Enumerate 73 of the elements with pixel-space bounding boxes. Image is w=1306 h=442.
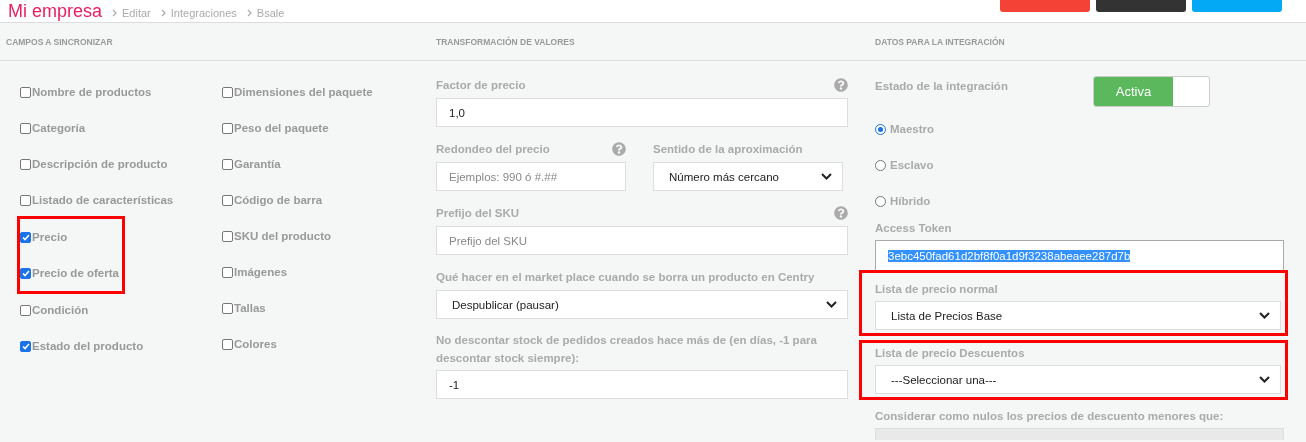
chevron-down-icon — [821, 173, 832, 180]
checkbox-label: Precio — [32, 231, 68, 243]
checkbox[interactable] — [222, 302, 233, 314]
checkbox-label: Listado de características — [32, 194, 174, 206]
checkbox[interactable] — [222, 158, 233, 170]
checkbox-label: SKU del producto — [234, 230, 332, 242]
input-field[interactable]: Ejemplos: 990 ó #.## — [436, 162, 626, 191]
checkbox[interactable] — [20, 194, 31, 206]
checkbox-label: Garantía — [234, 158, 281, 170]
select-field[interactable]: Número más cercano — [653, 162, 843, 191]
checkbox-label: Estado del producto — [32, 340, 144, 352]
checkbox[interactable] — [20, 86, 31, 98]
input-field[interactable]: Prefijo del SKU — [436, 226, 848, 255]
radio-label: Esclavo — [890, 159, 934, 171]
section-header: CAMPOS A SINCRONIZAR — [0, 23, 425, 61]
page-title: Mi empresa — [8, 1, 103, 21]
checkbox-label: Dimensiones del paquete — [234, 86, 373, 98]
field-label: Qué hacer en el market place cuando se borra un producto en Centry — [436, 270, 815, 285]
chevron-down-icon — [826, 301, 837, 308]
field-label: Lista de precio normal — [875, 283, 998, 295]
chevron-right-icon — [246, 9, 253, 17]
checkbox-label: Código de barra — [234, 194, 323, 206]
chevron-right-icon — [112, 9, 119, 17]
field-label: Estado de la integración — [875, 80, 1008, 92]
field-label: Sentido de la aproximación — [653, 142, 803, 157]
checkbox-label: Tallas — [234, 302, 266, 314]
radio-label: Maestro — [890, 123, 935, 135]
checkbox-label: Peso del paquete — [234, 122, 329, 134]
checkbox-label: Imágenes — [234, 266, 288, 278]
checkbox[interactable] — [222, 230, 233, 242]
field-label: Access Token — [875, 221, 953, 236]
checkbox-label: Categoría — [32, 122, 86, 134]
field-label: Prefijo del SKU — [436, 206, 520, 221]
checkbox[interactable] — [222, 194, 233, 206]
input-field[interactable]: -1 — [436, 370, 848, 399]
input-field[interactable] — [875, 428, 1284, 440]
checkbox[interactable] — [222, 86, 233, 98]
checkbox[interactable] — [222, 338, 233, 350]
field-label: No descontar stock de pedidos creados hace más de (en días, -1 para descontar stock siempre): — [436, 333, 818, 366]
check-icon — [21, 342, 30, 350]
checkbox[interactable] — [20, 340, 31, 352]
checkbox[interactable] — [20, 304, 31, 316]
checkbox-label: Precio de oferta — [32, 267, 119, 279]
token-value: 3ebc450fad61d2bf8f0a1d9f3238abeaee287d7b — [888, 249, 1131, 262]
select-field[interactable]: Lista de Precios Base — [875, 301, 1281, 330]
select-field[interactable]: Despublicar (pausar) — [436, 290, 848, 319]
section-header: TRANSFORMACIÓN DE VALORES — [425, 23, 860, 61]
checkbox[interactable] — [20, 122, 31, 134]
checkbox[interactable] — [20, 267, 31, 279]
radio-button[interactable] — [875, 195, 886, 207]
check-icon — [21, 269, 30, 277]
checkbox[interactable] — [20, 158, 31, 170]
chevron-down-icon — [1259, 312, 1270, 319]
radio-button[interactable] — [875, 159, 886, 171]
checkbox[interactable] — [222, 266, 233, 278]
checkbox[interactable] — [222, 122, 233, 134]
radio-label: Híbrido — [890, 195, 931, 207]
chevron-down-icon — [1259, 376, 1270, 383]
checkbox-label: Descripción de producto — [32, 158, 168, 170]
checkbox-label: Colores — [234, 338, 277, 350]
radio-button[interactable] — [875, 123, 886, 135]
checkbox-label: Condición — [32, 304, 89, 316]
check-icon — [21, 233, 30, 241]
field-label: Considerar como nulos los precios de descuento menores que: — [875, 410, 1224, 422]
field-label: Lista de precio Descuentos — [875, 347, 1025, 359]
checkbox[interactable] — [20, 231, 31, 243]
checkbox-label: Nombre de productos — [32, 86, 152, 98]
field-label: Factor de precio — [436, 78, 526, 93]
field-label: Redondeo del precio — [436, 142, 550, 157]
section-header: DATOS PARA LA INTEGRACIÓN — [860, 23, 1306, 61]
input-field[interactable]: 1,0 — [436, 98, 848, 127]
chevron-right-icon — [160, 9, 167, 17]
select-field[interactable]: ---Seleccionar una--- — [875, 365, 1281, 394]
